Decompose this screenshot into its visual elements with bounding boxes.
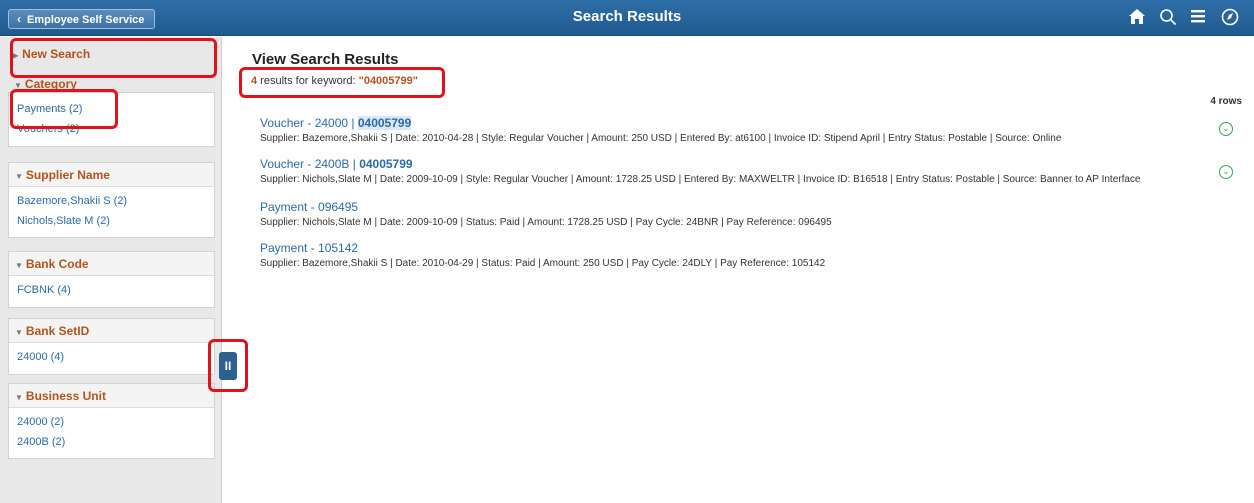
search-icon[interactable] xyxy=(1157,8,1179,28)
facet-label: Bank SetID xyxy=(25,324,90,338)
triangle-right-icon: ▶ xyxy=(12,51,19,60)
category-header[interactable]: ▼ Category xyxy=(8,77,215,91)
facet-item[interactable]: 24000 (2) xyxy=(9,412,214,432)
facet-label: Business Unit xyxy=(25,389,106,403)
sidebar: ▶ New Search ▼ Category Payments (2) Vouch… xyxy=(0,37,222,503)
facet-item[interactable]: 24000 (4) xyxy=(9,347,214,367)
facet-header[interactable]: ▼ Supplier Name xyxy=(9,163,214,187)
facet-label: Supplier Name xyxy=(25,168,110,182)
result-title-text: Payment - 096495 xyxy=(260,200,359,214)
facet-label: Bank Code xyxy=(25,257,89,271)
triangle-down-icon: ▼ xyxy=(15,261,23,270)
header-bar: ‹ Employee Self Service Search Results xyxy=(0,0,1254,36)
facet-item-payments[interactable]: Payments (2) xyxy=(9,99,214,119)
result-description: Supplier: Nichols,Slate M | Date: 2009-1… xyxy=(260,174,1141,185)
results-keyword: "04005799" xyxy=(358,75,418,87)
result-item: Payment - 096495 Supplier: Nichols,Slate… xyxy=(260,200,832,228)
facet-supplier-name: ▼ Supplier Name Bazemore,Shakii S (2) Nic… xyxy=(8,162,215,238)
triangle-down-icon: ▼ xyxy=(15,328,23,337)
menu-icon[interactable] xyxy=(1187,8,1209,28)
new-search-label: New Search xyxy=(22,47,91,61)
result-item: Voucher - 2400B | 04005799 Supplier: Nic… xyxy=(260,157,1141,185)
facet-item-vouchers[interactable]: Vouchers (2) xyxy=(9,119,214,139)
result-description: Supplier: Bazemore,Shakii S | Date: 2010… xyxy=(260,258,826,269)
category-facet: Payments (2) Vouchers (2) xyxy=(8,92,215,147)
result-link[interactable]: Voucher - 24000 | 04005799 xyxy=(260,116,1061,130)
result-item: Payment - 105142 Supplier: Bazemore,Shak… xyxy=(260,241,825,269)
results-count-text: results for keyword: xyxy=(257,75,359,87)
expand-icon[interactable]: ⌄ xyxy=(1219,122,1233,136)
facet-item[interactable]: Bazemore,Shakii S (2) xyxy=(9,191,214,211)
home-icon[interactable] xyxy=(1126,8,1148,28)
result-title-keyword: 04005799 xyxy=(357,116,412,130)
triangle-down-icon: ▼ xyxy=(14,81,22,90)
result-description: Supplier: Nichols,Slate M | Date: 2009-1… xyxy=(260,217,832,228)
new-search-link[interactable]: ▶ New Search xyxy=(12,47,90,61)
facet-business-unit: ▼ Business Unit 24000 (2) 2400B (2) xyxy=(8,383,215,459)
sidebar-toggle-button[interactable]: II xyxy=(219,352,237,380)
category-label: Category xyxy=(24,77,77,91)
facet-item[interactable]: 2400B (2) xyxy=(9,432,214,452)
result-link[interactable]: Payment - 096495 xyxy=(260,200,832,214)
facet-header[interactable]: ▼ Bank Code xyxy=(9,252,214,276)
facet-item[interactable]: Nichols,Slate M (2) xyxy=(9,211,214,231)
navbar-icon[interactable] xyxy=(1219,8,1241,28)
expand-icon[interactable]: ⌄ xyxy=(1219,165,1233,179)
result-description: Supplier: Bazemore,Shakii S | Date: 2010… xyxy=(260,133,1062,144)
triangle-down-icon: ▼ xyxy=(15,393,23,402)
result-link[interactable]: Voucher - 2400B | 04005799 xyxy=(260,157,1141,171)
result-link[interactable]: Payment - 105142 xyxy=(260,241,825,255)
results-count: 4 results for keyword: "04005799" xyxy=(251,75,418,87)
rows-count: 4 rows xyxy=(1210,96,1242,107)
facet-header[interactable]: ▼ Bank SetID xyxy=(9,319,214,343)
result-item: Voucher - 24000 | 04005799 Supplier: Baz… xyxy=(260,116,1061,144)
triangle-down-icon: ▼ xyxy=(15,172,23,181)
result-title-text: Payment - 105142 xyxy=(260,241,359,255)
page-title: Search Results xyxy=(572,8,682,25)
facet-item[interactable]: FCBNK (4) xyxy=(9,280,214,300)
result-title-keyword: 04005799 xyxy=(359,157,413,171)
facet-bank-code: ▼ Bank Code FCBNK (4) xyxy=(8,251,215,308)
result-title-text: Voucher - 2400B | xyxy=(260,157,360,171)
facet-bank-setid: ▼ Bank SetID 24000 (4) xyxy=(8,318,215,375)
facet-header[interactable]: ▼ Business Unit xyxy=(9,384,214,408)
result-title-text: Voucher - 24000 | xyxy=(260,116,358,130)
results-title: View Search Results xyxy=(252,51,399,68)
